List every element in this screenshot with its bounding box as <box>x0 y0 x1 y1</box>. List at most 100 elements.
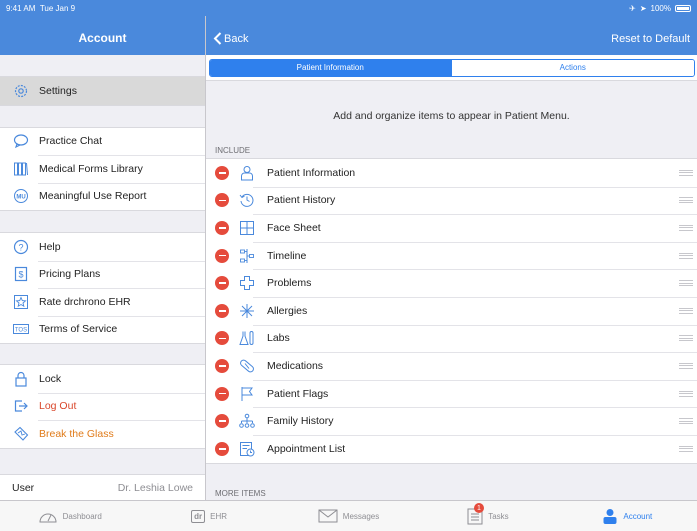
medical-cross-icon <box>238 274 256 292</box>
sidebar-item-break-glass[interactable]: Break the Glass <box>0 420 205 448</box>
list-item-label: Patient Flags <box>267 387 329 400</box>
segment-bar: Patient Information Actions <box>206 55 697 81</box>
reorder-handle[interactable] <box>679 280 693 287</box>
family-tree-icon <box>238 412 256 430</box>
remove-button[interactable] <box>215 441 229 456</box>
reorder-handle[interactable] <box>679 362 693 369</box>
list-item: Patient History <box>206 186 697 215</box>
status-left: 9:41 AM Tue Jan 9 <box>6 4 75 13</box>
svg-text:TOS: TOS <box>15 328 27 334</box>
tab-bar: Dashboard dr EHR Messages 1 Tasks Accoun… <box>0 500 697 531</box>
sidebar-item-label: Log Out <box>39 400 77 413</box>
logout-icon <box>12 397 30 415</box>
remove-button[interactable] <box>215 386 229 401</box>
sidebar-item-rate[interactable]: Rate drchrono EHR <box>0 288 205 316</box>
more-items-header: MORE ITEMS <box>215 488 266 498</box>
menu-group-info: ? Help $ Pricing Plans Rate drchrono EHR… <box>0 232 205 344</box>
battery-percent: 100% <box>650 3 671 13</box>
labs-icon <box>238 329 256 347</box>
dollar-icon: $ <box>12 265 30 283</box>
list-item-label: Appointment List <box>267 442 346 455</box>
tab-patient-information[interactable]: Patient Information <box>209 59 451 76</box>
tab-ehr[interactable]: dr EHR <box>139 501 278 531</box>
tab-tasks[interactable]: 1 Tasks <box>418 501 557 531</box>
remove-button[interactable] <box>215 165 229 180</box>
remove-button[interactable] <box>215 193 229 208</box>
tos-icon: TOS <box>12 320 30 338</box>
reorder-handle[interactable] <box>679 307 693 314</box>
sidebar-item-meaningful-use[interactable]: MU Meaningful Use Report <box>0 182 205 211</box>
chevron-left-icon <box>213 32 222 45</box>
reorder-handle[interactable] <box>679 252 693 259</box>
account-sidebar: Account Settings Practice Chat Medical F… <box>0 0 206 502</box>
location-icon: ➤ <box>639 3 647 13</box>
svg-text:MU: MU <box>16 195 25 201</box>
user-row: User Dr. Leshia Lowe <box>0 473 205 502</box>
instruction-text: Add and organize items to appear in Pati… <box>206 81 697 140</box>
tab-messages[interactable]: Messages <box>279 501 418 531</box>
tab-label: Account <box>623 511 653 521</box>
battery-icon <box>675 4 691 12</box>
tab-label: Dashboard <box>62 511 102 521</box>
status-time: 9:41 AM <box>6 3 36 13</box>
reorder-handle[interactable] <box>679 197 693 204</box>
remove-button[interactable] <box>215 358 229 373</box>
sidebar-item-terms[interactable]: TOS Terms of Service <box>0 315 205 344</box>
reorder-handle[interactable] <box>679 335 693 342</box>
sidebar-item-practice-chat[interactable]: Practice Chat <box>0 128 205 156</box>
reorder-handle[interactable] <box>679 418 693 425</box>
remove-button[interactable] <box>215 303 229 318</box>
reset-to-default-button[interactable]: Reset to Default <box>611 33 690 45</box>
list-item-label: Medications <box>267 359 324 372</box>
reorder-handle[interactable] <box>679 224 693 231</box>
segmented-control: Patient Information Actions <box>208 58 695 77</box>
list-item: Patient Flags <box>206 379 697 408</box>
remove-button[interactable] <box>215 276 229 291</box>
remove-button[interactable] <box>215 331 229 346</box>
tab-label: Tasks <box>488 511 509 521</box>
sidebar-item-label: Rate drchrono EHR <box>39 295 131 308</box>
sidebar-item-settings[interactable]: Settings <box>0 77 205 105</box>
sidebar-item-lock[interactable]: Lock <box>0 365 205 393</box>
timeline-icon <box>238 247 256 265</box>
mu-badge-icon: MU <box>12 187 30 205</box>
reorder-handle[interactable] <box>679 169 693 176</box>
sidebar-item-medical-forms[interactable]: Medical Forms Library <box>0 155 205 183</box>
chat-bubble-icon <box>12 132 30 150</box>
svg-text:$: $ <box>18 270 23 280</box>
sidebar-item-label: Lock <box>39 372 62 385</box>
sidebar-item-pricing[interactable]: $ Pricing Plans <box>0 260 205 289</box>
account-icon <box>603 509 617 524</box>
lock-icon <box>12 370 30 388</box>
list-item: Patient Information <box>206 159 697 187</box>
sidebar-item-label: Help <box>39 240 61 253</box>
appointment-list-icon <box>238 440 256 458</box>
reorder-handle[interactable] <box>679 445 693 452</box>
tab-actions[interactable]: Actions <box>451 59 694 76</box>
patient-menu-panel: Back Reset to Default Patient Informatio… <box>206 0 697 500</box>
person-icon <box>238 164 256 182</box>
allergies-icon <box>238 302 256 320</box>
tab-account[interactable]: Account <box>558 501 697 531</box>
remove-button[interactable] <box>215 248 229 263</box>
envelope-icon <box>318 509 338 523</box>
list-item-label: Problems <box>267 277 312 290</box>
glass-icon <box>12 425 30 443</box>
remove-button[interactable] <box>215 414 229 429</box>
dr-icon: dr <box>191 509 206 523</box>
tab-dashboard[interactable]: Dashboard <box>0 501 139 531</box>
sidebar-item-label: Pricing Plans <box>39 268 101 281</box>
history-icon <box>238 191 256 209</box>
back-button[interactable]: Back <box>213 32 248 45</box>
list-item-label: Allergies <box>267 304 308 317</box>
remove-button[interactable] <box>215 220 229 235</box>
menu-group-settings: Settings <box>0 76 205 106</box>
sidebar-item-help[interactable]: ? Help <box>0 233 205 261</box>
status-bar: 9:41 AM Tue Jan 9 ✈ ➤ 100% <box>0 0 697 16</box>
reorder-handle[interactable] <box>679 390 693 397</box>
sidebar-item-logout[interactable]: Log Out <box>0 392 205 421</box>
sidebar-item-label: Break the Glass <box>39 427 114 440</box>
list-item-label: Patient Information <box>267 166 356 179</box>
books-icon <box>12 160 30 178</box>
gauge-icon <box>39 513 57 523</box>
